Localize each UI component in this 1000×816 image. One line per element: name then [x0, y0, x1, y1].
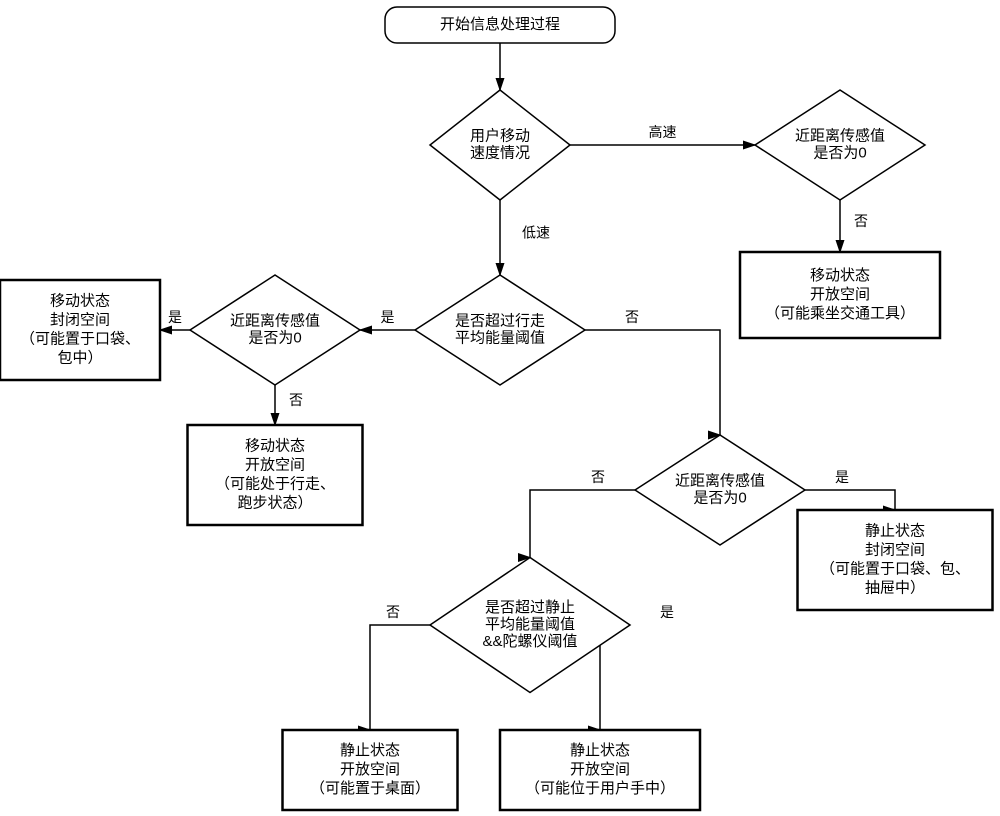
node-label: （可能处于行走、 — [215, 475, 335, 492]
node-label: （可能置于口袋、包、 — [820, 560, 970, 577]
node-r_desk: 静止状态开放空间 （可能置于桌面） — [283, 730, 458, 810]
node-d_prox_still: 近距离传感值是否为0 — [635, 435, 805, 545]
node-label: 封闭空间 — [865, 541, 925, 558]
node-label: 跑步状态） — [237, 494, 312, 511]
edge-label: 否 — [854, 213, 868, 229]
node-label: 静止状态 — [865, 522, 925, 539]
node-label: 静止状态 — [340, 742, 400, 759]
node-label: （可能置于口袋、 — [20, 330, 140, 347]
edge — [370, 625, 430, 730]
edge-label: 是 — [835, 469, 849, 485]
node-label: 包中） — [57, 349, 102, 366]
edge — [805, 490, 895, 510]
edge-label: 否 — [591, 469, 605, 485]
node-label: （可能乘坐交通工具） — [765, 304, 915, 322]
node-r_pocket_bag: 移动状态封闭空间 （可能置于口袋、包中） — [0, 280, 160, 380]
edge-label: 否 — [625, 309, 639, 325]
node-d_prox_high: 近距离传感值是否为0 — [755, 90, 925, 200]
node-label: 开放空间 — [570, 761, 630, 778]
edge — [530, 490, 635, 558]
node-label: 平均能量阈值 — [485, 616, 575, 633]
node-label: 用户移动 — [470, 127, 530, 144]
node-label: 静止状态 — [570, 742, 630, 759]
node-label: 平均能量阈值 — [455, 329, 545, 346]
node-d_walk_energy: 是否超过行走平均能量阈值 — [415, 275, 585, 385]
node-label: 近距离传感值 — [795, 127, 885, 144]
node-label: 开放空间 — [340, 761, 400, 778]
node-label: 是否为0 — [693, 489, 746, 506]
node-d_prox_walk: 近距离传感值是否为0 — [190, 275, 360, 385]
node-label: （可能位于用户手中） — [525, 780, 675, 797]
edge-label: 是 — [381, 309, 395, 325]
node-label: 封闭空间 — [50, 311, 110, 328]
edge-label: 高速 — [649, 124, 677, 140]
node-label: 移动状态 — [50, 292, 110, 309]
node-label: 近距离传感值 — [230, 312, 320, 329]
node-label: 是否超过静止 — [485, 599, 575, 616]
edge — [585, 330, 720, 435]
node-label: &&陀螺仪阈值 — [482, 633, 577, 650]
node-label: 速度情况 — [470, 144, 530, 161]
node-label: 是否为0 — [248, 329, 301, 346]
edge-label: 否 — [386, 604, 400, 620]
edge-label: 低速 — [522, 225, 550, 241]
edge-label: 否 — [289, 392, 303, 408]
node-label: 近距离传感值 — [675, 472, 765, 489]
edge-label: 是 — [168, 309, 182, 325]
node-label: 开放空间 — [245, 456, 305, 473]
node-label: 开始信息处理过程 — [440, 16, 560, 33]
node-r_walk_run: 移动状态开放空间 （可能处于行走、跑步状态） — [188, 425, 363, 525]
node-label: 移动状态 — [810, 267, 870, 284]
node-r_drawer: 静止状态封闭空间 （可能置于口袋、包、抽屉中） — [798, 510, 993, 610]
node-start: 开始信息处理过程 — [385, 7, 615, 43]
node-label: 是否为0 — [813, 144, 866, 161]
node-r_vehicle: 移动状态开放空间（可能乘坐交通工具） — [740, 252, 940, 338]
node-d_speed: 用户移动速度情况 — [430, 90, 570, 200]
node-label: （可能置于桌面） — [310, 780, 430, 797]
node-label: 移动状态 — [245, 437, 305, 454]
edge-label: 是 — [660, 604, 674, 620]
node-label: 开放空间 — [810, 286, 870, 303]
node-label: 抽屉中） — [865, 579, 925, 596]
node-r_hand: 静止状态开放空间 （可能位于用户手中） — [500, 730, 700, 810]
node-label: 是否超过行走 — [455, 312, 545, 329]
